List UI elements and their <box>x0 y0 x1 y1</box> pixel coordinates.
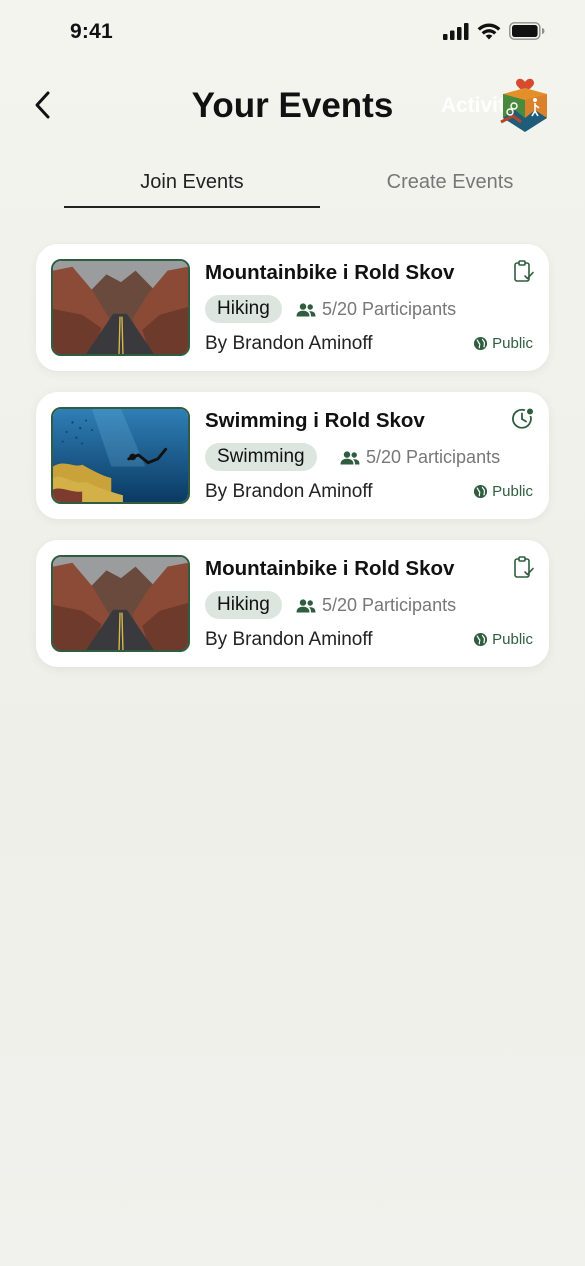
event-image-underwater-diver <box>51 407 190 504</box>
header: Your Events Activit <box>0 70 585 150</box>
tab-bar: Join Events Create Events <box>0 165 585 210</box>
people-icon <box>296 302 316 316</box>
logo-wordmark: Activit <box>440 94 505 117</box>
app-logo <box>500 78 547 132</box>
clipboard-check-icon[interactable] <box>511 259 535 283</box>
activity-tag: Swimming <box>205 443 317 471</box>
active-tab-indicator <box>64 206 320 208</box>
status-time: 9:41 <box>70 20 113 43</box>
globe-icon <box>474 484 488 499</box>
visibility-badge: Public <box>473 483 533 500</box>
tab-join-events[interactable]: Join Events <box>64 171 320 194</box>
event-title: Mountainbike i Rold Skov <box>205 261 455 284</box>
event-author: By Brandon Aminoff <box>205 481 373 502</box>
clock-pending-icon[interactable] <box>511 407 535 431</box>
status-bar: 9:41 <box>0 0 585 64</box>
battery-icon <box>509 22 545 40</box>
event-author: By Brandon Aminoff <box>205 629 373 650</box>
event-card[interactable]: Mountainbike i Rold Skov Hiking 5/20 Par… <box>36 244 549 371</box>
event-card[interactable]: Swimming i Rold Skov Swimming 5/20 Parti… <box>36 392 549 519</box>
people-icon <box>296 598 316 612</box>
event-title: Swimming i Rold Skov <box>205 409 425 432</box>
tab-create-events[interactable]: Create Events <box>340 171 560 194</box>
visibility-label: Public <box>492 335 533 352</box>
event-image-canyon-road <box>51 259 190 356</box>
participants-count: 5/20 Participants <box>296 595 456 616</box>
participants-count: 5/20 Participants <box>296 299 456 320</box>
event-image-canyon-road <box>51 555 190 652</box>
visibility-badge: Public <box>473 335 533 352</box>
event-card[interactable]: Mountainbike i Rold Skov Hiking 5/20 Par… <box>36 540 549 667</box>
participants-label: 5/20 Participants <box>366 447 501 467</box>
participants-label: 5/20 Participants <box>322 299 457 319</box>
event-title: Mountainbike i Rold Skov <box>205 557 455 580</box>
event-list: Mountainbike i Rold Skov Hiking 5/20 Par… <box>36 244 549 688</box>
participants-count: 5/20 Participants <box>340 447 500 468</box>
visibility-badge: Public <box>473 631 533 648</box>
cellular-signal-icon <box>443 22 469 40</box>
people-icon <box>340 450 360 464</box>
activity-tag: Hiking <box>205 591 282 619</box>
participants-label: 5/20 Participants <box>322 595 457 615</box>
clipboard-check-icon[interactable] <box>511 555 535 579</box>
status-icons <box>443 22 545 40</box>
globe-icon <box>474 632 488 647</box>
globe-icon <box>474 336 488 351</box>
event-author: By Brandon Aminoff <box>205 333 373 354</box>
visibility-label: Public <box>492 483 533 500</box>
wifi-icon <box>477 23 501 40</box>
activity-tag: Hiking <box>205 295 282 323</box>
visibility-label: Public <box>492 631 533 648</box>
